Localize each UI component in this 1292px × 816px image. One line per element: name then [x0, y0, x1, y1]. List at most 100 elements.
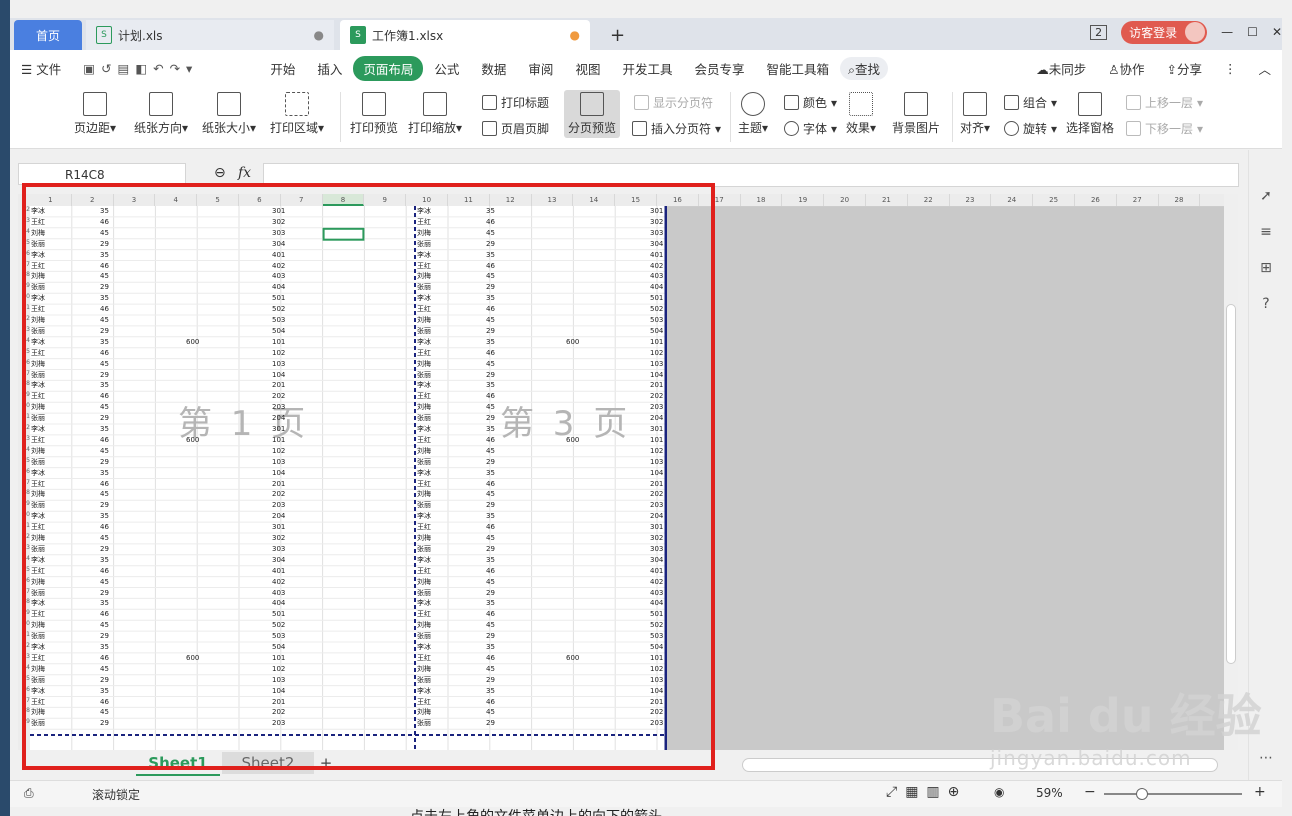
view-mode-icons[interactable]: ⤢▦▥⊕ [886, 784, 967, 800]
window-count-badge[interactable]: 2 [1090, 24, 1108, 40]
tab-home[interactable]: 首页 [14, 20, 82, 50]
eye-icon[interactable]: ◉ [994, 785, 1004, 799]
vertical-scroll-thumb[interactable] [1226, 304, 1236, 664]
print-preview-label: 打印预览 [350, 121, 399, 135]
zoom-in-icon[interactable]: + [1254, 784, 1266, 800]
font-label: 字体 [803, 122, 828, 136]
zoom-out-icon[interactable]: − [1084, 784, 1096, 800]
baidu-jingyan-watermark: Bai du 经验 jingyan.baidu.com [990, 680, 1290, 780]
sync-button[interactable]: ☁未同步 [1025, 59, 1097, 78]
column-header-cell[interactable]: 24 [991, 194, 1034, 206]
group-button[interactable]: 组合 ▾ [1004, 94, 1057, 111]
maximize-icon[interactable]: ☐ [1247, 25, 1258, 39]
zoom-slider-thumb[interactable] [1136, 788, 1148, 800]
column-header-cell[interactable]: 22 [908, 194, 950, 206]
column-header-cell[interactable]: 19 [782, 194, 825, 206]
vertical-scrollbar[interactable] [1224, 194, 1238, 750]
zoom-search-icon[interactable]: ⊖ [214, 165, 226, 181]
bring-forward-button[interactable]: 上移一层 ▾ [1126, 94, 1203, 111]
file-menu-label: 文件 [36, 61, 62, 77]
font-button[interactable]: 字体 ▾ [784, 120, 837, 137]
palette-icon [741, 92, 766, 116]
theme-button[interactable]: 主题▾ [738, 92, 768, 136]
name-box[interactable]: R14C8 [18, 163, 186, 185]
menu-start[interactable]: 开始 [259, 59, 306, 78]
margins-button[interactable]: 页边距▾ [74, 92, 116, 136]
send-backward-button[interactable]: 下移一层 ▾ [1126, 120, 1203, 137]
selection-pane-button[interactable]: 选择窗格 [1066, 92, 1114, 136]
page-break-preview-button[interactable]: 分页预览 [564, 90, 621, 138]
column-header-cell[interactable]: 26 [1075, 194, 1117, 206]
tab-plan-xls[interactable]: S 计划.xls ● [86, 20, 334, 50]
column-header-cell[interactable]: 21 [866, 194, 908, 206]
new-tab-button[interactable]: + [600, 20, 635, 50]
align-button[interactable]: 对齐▾ [960, 92, 990, 136]
macro-icon[interactable]: ⎙ [24, 786, 34, 801]
background-image-button[interactable]: 背景图片 [892, 92, 940, 136]
column-header-cell[interactable]: 28 [1159, 194, 1201, 206]
column-header-cell[interactable]: 27 [1117, 194, 1159, 206]
menu-page-layout[interactable]: 页面布局 [353, 55, 424, 81]
quick-access-icons[interactable]: ▣↺▤◧↶↷▾ [72, 61, 209, 76]
menu-developer[interactable]: 开发工具 [611, 59, 683, 78]
column-header-cell[interactable]: 23 [950, 194, 992, 206]
pointer-icon[interactable]: ➚ [1258, 188, 1274, 204]
more-icon[interactable]: ⋮ [1213, 61, 1248, 76]
help-icon[interactable]: ? [1258, 296, 1274, 312]
insert-page-break-button[interactable]: 插入分页符 ▾ [632, 120, 721, 137]
menu-data[interactable]: 数据 [470, 59, 517, 78]
red-highlight-box [22, 183, 715, 770]
search-label: 查找 [855, 61, 881, 77]
format-icon[interactable]: ⊞ [1258, 260, 1274, 276]
menu-insert[interactable]: 插入 [306, 59, 353, 78]
paper-size-button[interactable]: 纸张大小▾ [202, 92, 256, 136]
menu-formula[interactable]: 公式 [423, 59, 470, 78]
search-icon: ⌕ [848, 61, 856, 77]
menu-view[interactable]: 视图 [564, 59, 611, 78]
show-page-breaks-checkbox[interactable]: 显示分页符 [634, 94, 713, 111]
share-button[interactable]: ⇪分享 [1155, 59, 1213, 78]
selection-pane-icon [1078, 92, 1102, 116]
close-icon[interactable]: ✕ [1272, 25, 1282, 39]
ribbon-page-layout: 页边距▾ 纸张方向▾ 纸张大小▾ 打印区域▾ 打印预览 打印缩放▾ 打印标题 页… [10, 86, 1282, 149]
search-button[interactable]: ⌕查找 [840, 56, 889, 80]
print-scale-button[interactable]: 打印缩放▾ [408, 92, 462, 136]
orientation-button[interactable]: 纸张方向▾ [134, 92, 188, 136]
menu-bar: ☰ 文件 ▣↺▤◧↶↷▾ 开始 插入 页面布局 公式 数据 审阅 视图 开发工具… [10, 50, 1282, 86]
unsaved-dot-icon[interactable]: ● [570, 28, 580, 42]
rotate-label: 旋转 [1023, 122, 1048, 136]
spreadsheet-file-icon: S [96, 26, 112, 44]
collapse-ribbon-icon[interactable]: ︿ [1247, 59, 1282, 78]
print-area-button[interactable]: 打印区域▾ [270, 92, 324, 136]
minimize-icon[interactable]: — [1221, 25, 1233, 39]
tab-workbook1[interactable]: S 工作簿1.xlsx ● [340, 20, 590, 50]
zoom-level[interactable]: 59% [1036, 786, 1063, 800]
zoom-slider[interactable] [1104, 793, 1242, 795]
print-title-icon [482, 95, 497, 110]
column-header-cell[interactable]: 18 [741, 194, 783, 206]
column-header-cell[interactable]: 25 [1033, 194, 1075, 206]
guest-login-button[interactable]: 访客登录 [1121, 20, 1208, 44]
file-menu[interactable]: ☰ 文件 [10, 59, 72, 78]
effects-icon [849, 92, 874, 116]
rotate-icon [1004, 121, 1019, 136]
fx-icon[interactable]: fx [238, 165, 251, 181]
print-area-label: 打印区域 [270, 121, 319, 135]
collaborate-label: 协作 [1119, 61, 1145, 77]
print-preview-button[interactable]: 打印预览 [350, 92, 398, 136]
sliders-icon[interactable]: ≡ [1258, 224, 1274, 240]
rotate-button[interactable]: 旋转 ▾ [1004, 120, 1057, 137]
effects-button[interactable]: 效果▾ [846, 92, 876, 136]
header-footer-button[interactable]: 页眉页脚 [482, 120, 549, 137]
color-button[interactable]: 颜色 ▾ [784, 94, 837, 111]
checkbox-icon [634, 95, 649, 110]
column-header-cell[interactable]: 20 [824, 194, 866, 206]
menu-smart-toolbox[interactable]: 智能工具箱 [755, 59, 840, 78]
print-title-label: 打印标题 [501, 96, 550, 110]
collaborate-button[interactable]: ♙协作 [1097, 59, 1155, 78]
menu-review[interactable]: 审阅 [517, 59, 564, 78]
print-title-button[interactable]: 打印标题 [482, 94, 549, 111]
menu-member[interactable]: 会员专享 [683, 59, 755, 78]
close-tab-icon[interactable]: ● [314, 28, 324, 42]
selection-pane-label: 选择窗格 [1066, 121, 1115, 135]
